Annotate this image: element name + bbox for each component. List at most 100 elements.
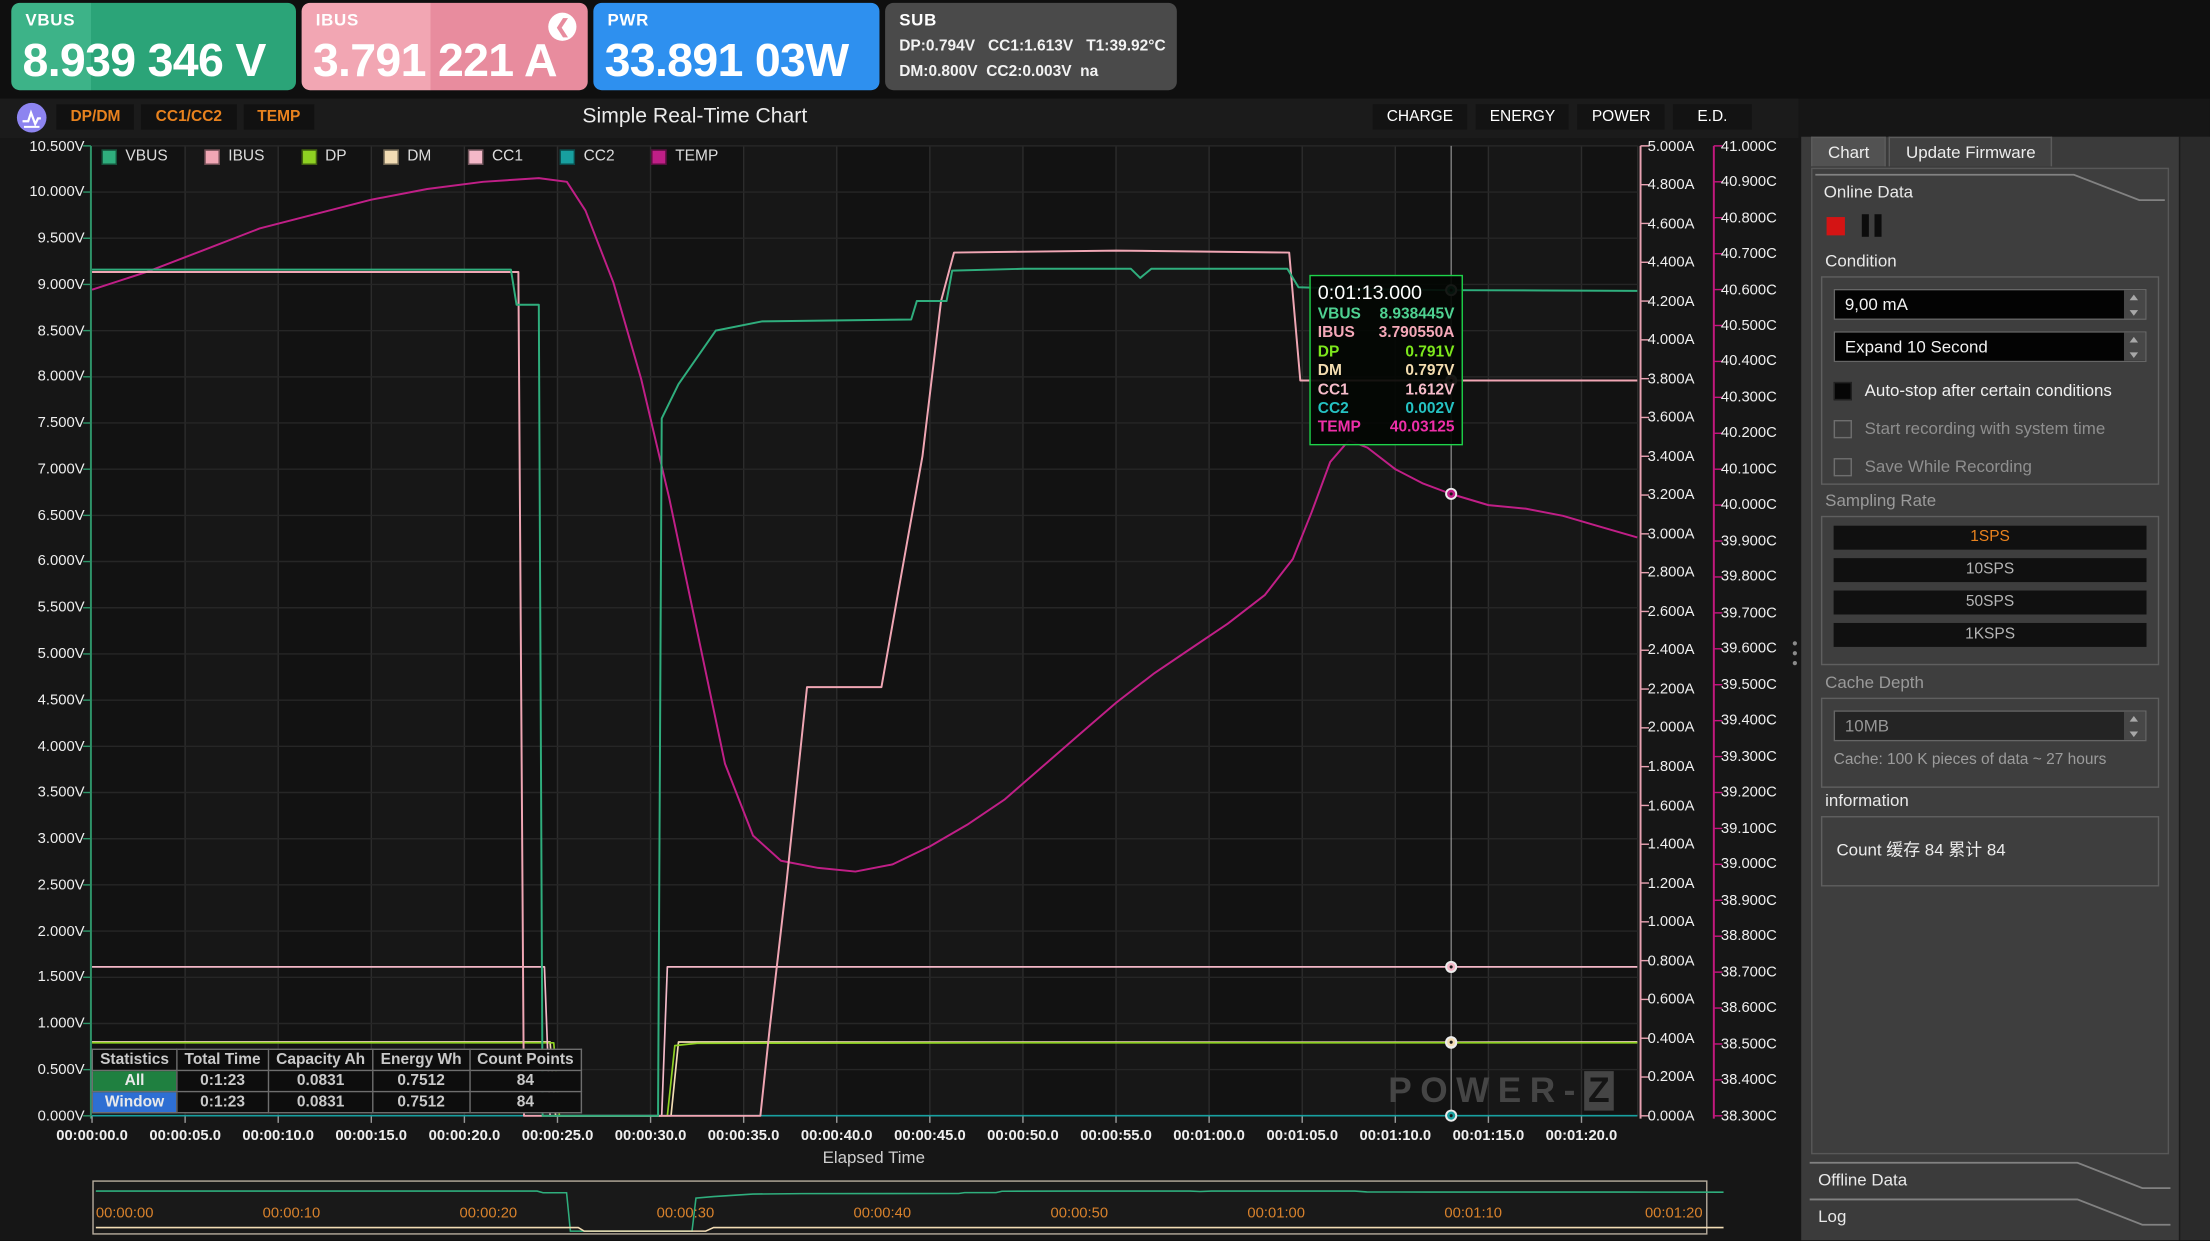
table-row: All0:1:230.08310.751284 xyxy=(92,1070,581,1091)
ibus-panel: IBUS 3.791 221 A ❮ xyxy=(302,3,588,90)
tooltip-series-value: 40.03125 xyxy=(1390,419,1455,438)
table-header-cell: Capacity Ah xyxy=(268,1049,373,1070)
navigator-tick-label: 00:00:50 xyxy=(1023,1205,1136,1222)
tooltip-series-name: IBUS xyxy=(1318,325,1355,344)
table-cell: 0.0831 xyxy=(268,1070,373,1091)
tooltip-series-name: DP xyxy=(1318,344,1340,363)
navigator-tick-label: 00:00:20 xyxy=(432,1205,545,1222)
sampling-rate-group: 1SPS 10SPS 50SPS 1KSPS xyxy=(1821,516,2159,665)
table-cell: 0.0831 xyxy=(268,1092,373,1113)
sidebar-tabs: Chart Update Firmware xyxy=(1811,137,2053,167)
table-cell: 0:1:23 xyxy=(177,1070,269,1091)
scrollbar-strip[interactable] xyxy=(2179,137,2210,1241)
checkbox-box[interactable] xyxy=(1834,457,1852,475)
panel-splitter-grip[interactable] xyxy=(1791,641,1797,678)
tooltip-series-name: CC1 xyxy=(1318,381,1349,400)
tooltip-row-cc1: CC11.612V xyxy=(1318,381,1455,400)
pwr-panel: PWR 33.891 03W xyxy=(593,3,879,90)
table-cell: 0:1:23 xyxy=(177,1092,269,1113)
checkbox-box[interactable] xyxy=(1834,419,1852,437)
tooltip-series-name: TEMP xyxy=(1318,419,1361,438)
navigator-tick-label: 00:00:00 xyxy=(96,1205,209,1222)
statistics-table: StatisticsTotal TimeCapacity AhEnergy Wh… xyxy=(92,1049,582,1114)
tooltip-row-ibus: IBUS 3.790550A xyxy=(1318,325,1455,344)
energy-button[interactable]: ENERGY xyxy=(1476,104,1570,129)
sampling-50sps-button[interactable]: 50SPS xyxy=(1834,591,2147,615)
tooltip-series-value: 3.790550A xyxy=(1379,325,1455,344)
table-header-cell: Count Points xyxy=(469,1049,581,1070)
sampling-10sps-button[interactable]: 10SPS xyxy=(1834,558,2147,582)
back-arrow-icon[interactable]: ❮ xyxy=(548,13,576,41)
table-header-cell: Statistics xyxy=(92,1049,176,1070)
charge-button[interactable]: CHARGE xyxy=(1373,104,1468,129)
statistics-table-grid: StatisticsTotal TimeCapacity AhEnergy Wh… xyxy=(92,1049,582,1114)
checkbox-label: Start recording with system time xyxy=(1865,419,2106,439)
sub-line-2: DM:0.800V CC2:0.003V na xyxy=(899,63,1098,80)
spinner-arrows-icon[interactable] xyxy=(2124,712,2145,740)
vbus-label: VBUS xyxy=(25,10,75,30)
power-z-watermark: POWER-Z xyxy=(1388,1071,1614,1112)
sub-panel: SUB DP:0.794V CC1:1.613V T1:39.92°C DM:0… xyxy=(885,3,1177,90)
tooltip-row-vbus: VBUS8.938445V xyxy=(1318,306,1455,325)
tooltip-series-value: 0.002V xyxy=(1405,400,1454,419)
chart-toolbar: DP/DMCC1/CC2TEMP Simple Real-Time Chart … xyxy=(0,99,1798,138)
table-cell: 84 xyxy=(469,1092,581,1113)
tab-chart[interactable]: Chart xyxy=(1811,137,1886,167)
navigator-tick-label: 00:01:20 xyxy=(1590,1205,1703,1222)
table-row-label[interactable]: All xyxy=(92,1070,176,1091)
power-z-app: VBUS 8.939 346 V IBUS 3.791 221 A ❮ PWR … xyxy=(0,0,2210,1240)
mode-buttons: CHARGE ENERGY POWER E.D. xyxy=(1373,104,1752,129)
pwr-label: PWR xyxy=(607,10,649,30)
checkbox-save-while-recording[interactable]: Save While Recording xyxy=(1834,457,2147,477)
checkbox-start-recording-with-system-time[interactable]: Start recording with system time xyxy=(1834,419,2147,439)
tooltip-series-name: DM xyxy=(1318,363,1342,382)
pause-button[interactable] xyxy=(1862,214,1882,237)
ibus-label: IBUS xyxy=(316,10,359,30)
checkbox-auto-stop-after-certain-conditions[interactable]: Auto-stop after certain conditions xyxy=(1834,381,2147,401)
tooltip-row-dm: DM 0.797V xyxy=(1318,363,1455,382)
sampling-1ksps-button[interactable]: 1KSPS xyxy=(1834,623,2147,647)
sampling-1sps-button[interactable]: 1SPS xyxy=(1834,526,2147,550)
checkbox-label: Auto-stop after certain conditions xyxy=(1865,381,2112,401)
condition-label: Condition xyxy=(1825,251,1896,271)
sidebar: Chart Update Firmware Online Data Condit… xyxy=(1801,137,2179,1241)
table-row: Window0:1:230.08310.751284 xyxy=(92,1092,581,1113)
tooltip-row-dp: DP0.791V xyxy=(1318,344,1455,363)
tooltip-row-cc2: CC20.002V xyxy=(1318,400,1455,419)
tooltip-series-value: 0.797V xyxy=(1405,363,1454,382)
e-d-button[interactable]: E.D. xyxy=(1673,104,1752,129)
power-button[interactable]: POWER xyxy=(1578,104,1665,129)
table-header-cell: Total Time xyxy=(177,1049,269,1070)
current-threshold-input[interactable]: 9,00 mA xyxy=(1834,289,2147,320)
tooltip-series-value: 8.938445V xyxy=(1379,306,1454,325)
table-cell: 0.7512 xyxy=(373,1092,469,1113)
table-row-label[interactable]: Window xyxy=(92,1092,176,1113)
record-button[interactable] xyxy=(1827,216,1845,234)
offline-data-header[interactable]: Offline Data xyxy=(1807,1160,2173,1194)
record-controls xyxy=(1827,214,1882,237)
cache-note: Cache: 100 K pieces of data ~ 27 hours xyxy=(1834,751,2147,768)
log-header[interactable]: Log xyxy=(1807,1197,2173,1231)
spinner-arrows-icon[interactable] xyxy=(2124,333,2145,361)
checkbox-box[interactable] xyxy=(1834,381,1852,399)
navigator-tick-label: 00:01:00 xyxy=(1220,1205,1333,1222)
cache-depth-input[interactable]: 10MB xyxy=(1834,710,2147,741)
checkbox-label: Save While Recording xyxy=(1865,457,2032,477)
online-data-header[interactable]: Online Data xyxy=(1812,172,2167,206)
ibus-value: 3.791 221 A xyxy=(313,34,557,88)
condition-group: 9,00 mA Expand 10 Second Auto-stop after… xyxy=(1821,276,2159,485)
cache-depth-label: Cache Depth xyxy=(1825,672,1924,692)
sub-line-1: DP:0.794V CC1:1.613V T1:39.92°C xyxy=(899,38,1165,55)
cache-depth-group: 10MB Cache: 100 K pieces of data ~ 27 ho… xyxy=(1821,698,2159,788)
tab-update-firmware[interactable]: Update Firmware xyxy=(1889,137,2053,167)
sub-label: SUB xyxy=(899,10,937,30)
tooltip-time: 0:01:13.000 xyxy=(1318,280,1455,303)
spinner-arrows-icon[interactable] xyxy=(2124,290,2145,318)
navigator-tick-label: 00:00:30 xyxy=(629,1205,742,1222)
sampling-rate-label: Sampling Rate xyxy=(1825,490,1936,510)
pwr-value: 33.891 03W xyxy=(605,34,849,88)
top-stats-bar: VBUS 8.939 346 V IBUS 3.791 221 A ❮ PWR … xyxy=(0,0,2210,99)
navigator-tick-label: 00:00:10 xyxy=(235,1205,348,1222)
expand-time-input[interactable]: Expand 10 Second xyxy=(1834,331,2147,362)
information-label: information xyxy=(1825,791,1909,811)
